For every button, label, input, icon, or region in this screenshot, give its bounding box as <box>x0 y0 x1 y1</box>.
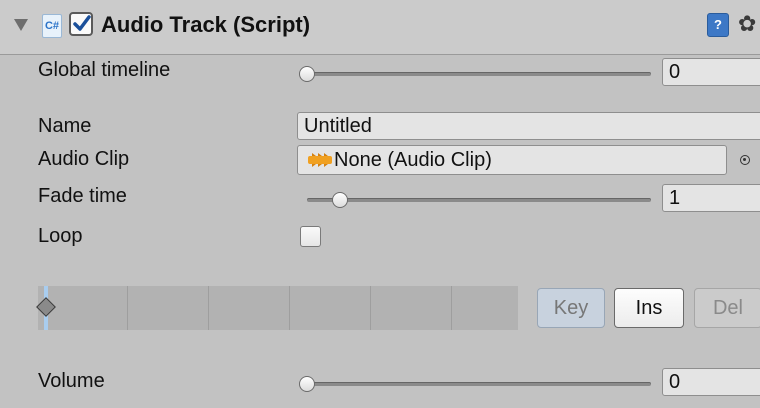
volume-label: Volume <box>38 370 105 392</box>
name-field[interactable]: Untitled <box>297 112 760 140</box>
audio-clip-icon <box>308 153 332 167</box>
key-button[interactable]: Key <box>537 288 605 328</box>
fade-time-field[interactable]: 1 <box>662 184 760 212</box>
timeline-divider <box>370 286 371 330</box>
foldout-arrow-icon[interactable] <box>14 19 28 31</box>
timeline-divider <box>127 286 128 330</box>
global-timeline-slider-thumb[interactable] <box>299 66 315 82</box>
global-timeline-label: Global timeline <box>38 59 171 81</box>
help-book-icon[interactable]: ? <box>707 13 729 37</box>
component-header: C# Audio Track (Script) ? ✿ <box>0 0 760 55</box>
global-timeline-field[interactable]: 0 <box>662 58 760 86</box>
timeline-divider <box>208 286 209 330</box>
insert-keyframe-button[interactable]: Ins <box>614 288 684 328</box>
audio-clip-label: Audio Clip <box>38 148 130 170</box>
delete-keyframe-button[interactable]: Del <box>694 288 760 328</box>
volume-field[interactable]: 0 <box>662 368 760 396</box>
loop-label: Loop <box>38 225 83 247</box>
fade-time-slider-thumb[interactable] <box>331 192 348 208</box>
csharp-script-icon: C# <box>42 14 62 38</box>
volume-slider-track[interactable] <box>307 382 651 386</box>
global-timeline-slider-track[interactable] <box>307 72 651 76</box>
gear-icon[interactable]: ✿ <box>738 12 756 36</box>
audio-clip-field[interactable]: None (Audio Clip) <box>297 145 727 175</box>
checkmark-icon <box>73 15 91 31</box>
keyframe-timeline[interactable] <box>38 286 518 330</box>
timeline-divider <box>451 286 452 330</box>
fade-time-label: Fade time <box>38 185 127 207</box>
volume-slider-thumb[interactable] <box>299 376 315 392</box>
loop-checkbox[interactable] <box>300 226 321 247</box>
audio-clip-value: None (Audio Clip) <box>334 149 492 171</box>
fade-time-slider-track[interactable] <box>307 198 651 202</box>
object-picker-icon[interactable] <box>740 155 750 165</box>
component-title: Audio Track (Script) <box>101 12 311 37</box>
component-enabled-checkbox[interactable] <box>69 12 93 36</box>
name-label: Name <box>38 115 92 137</box>
timeline-divider <box>289 286 290 330</box>
